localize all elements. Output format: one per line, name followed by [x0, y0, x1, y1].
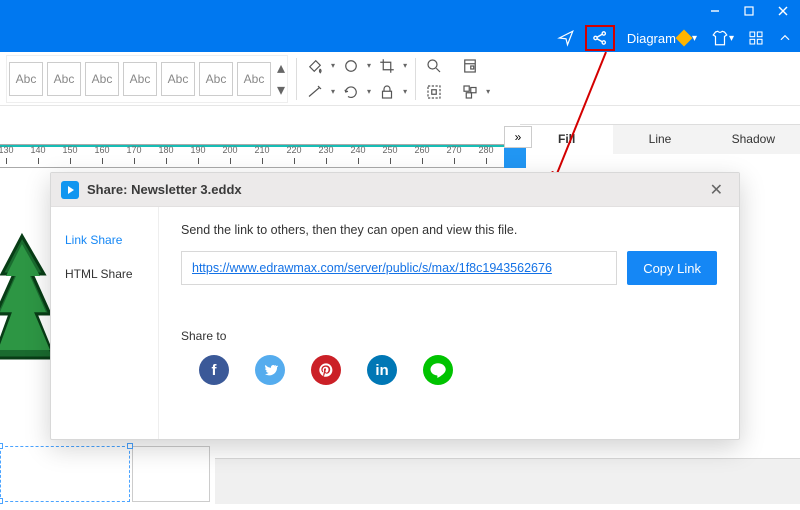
share-hint: Send the link to others, then they can o…: [181, 223, 717, 237]
ruler-tick: 170: [124, 145, 144, 155]
ruler-tick: 200: [220, 145, 240, 155]
canvas-selection: [0, 446, 220, 510]
tab-fill[interactable]: Fill: [520, 125, 613, 154]
ruler-tick: 130: [0, 145, 16, 155]
crop-tool[interactable]: [377, 56, 397, 76]
ribbon-toolbar: Abc Abc Abc Abc Abc Abc Abc ▴▾ ▾ ▾ ▾ ▾ ▾…: [0, 52, 800, 106]
dialog-sidebar: Link Share HTML Share: [51, 207, 159, 439]
title-bar: Diagram ▾ ▾: [0, 0, 800, 52]
ruler-tick: 230: [316, 145, 336, 155]
ruler-tick: 270: [444, 145, 464, 155]
ruler-tick: 210: [252, 145, 272, 155]
ruler-tick: 220: [284, 145, 304, 155]
copy-link-button[interactable]: Copy Link: [627, 251, 717, 285]
ruler-tick: 250: [380, 145, 400, 155]
tshirt-menu[interactable]: ▾: [707, 27, 738, 49]
style-preset[interactable]: Abc: [123, 62, 157, 96]
minimize-button[interactable]: [698, 0, 732, 22]
send-icon[interactable]: [553, 27, 579, 49]
style-expand[interactable]: ▴▾: [277, 58, 285, 100]
tree-graphic: [0, 232, 54, 392]
horizontal-ruler: 130 140 150 160 170 180 190 200 210 220 230 240 250 2…: [0, 144, 504, 168]
ruler-tick: 280: [476, 145, 496, 155]
ruler-tick: 240: [348, 145, 368, 155]
collapse-panel-button[interactable]: »: [504, 126, 532, 148]
twitter-icon[interactable]: [255, 355, 285, 385]
window-controls: [698, 0, 800, 22]
ruler-tick: 150: [60, 145, 80, 155]
ruler-tick: 160: [92, 145, 112, 155]
linkedin-icon[interactable]: in: [367, 355, 397, 385]
chevron-up-icon[interactable]: [774, 29, 796, 47]
separator: [296, 58, 297, 100]
panel-expander[interactable]: [504, 148, 526, 168]
rotate-tool[interactable]: [341, 82, 361, 102]
layers-icon[interactable]: [460, 56, 480, 76]
maximize-button[interactable]: [732, 0, 766, 22]
style-preset[interactable]: Abc: [47, 62, 81, 96]
ruler-tick: 180: [156, 145, 176, 155]
tab-link-share[interactable]: Link Share: [51, 223, 158, 257]
share-to-label: Share to: [181, 329, 717, 343]
style-gallery[interactable]: Abc Abc Abc Abc Abc Abc Abc ▴▾: [6, 55, 288, 103]
share-icon[interactable]: [585, 25, 615, 51]
diagram-label: Diagram: [627, 31, 676, 46]
style-preset[interactable]: Abc: [237, 62, 271, 96]
shape-tools: ▾ ▾ ▾ ▾ ▾ ▾: [305, 56, 407, 102]
dialog-header: Share: Newsletter 3.eddx ✕: [51, 173, 739, 207]
search-icon[interactable]: [424, 56, 444, 76]
close-button[interactable]: [766, 0, 800, 22]
ruler-tick: 190: [188, 145, 208, 155]
style-preset[interactable]: Abc: [85, 62, 119, 96]
fill-tool[interactable]: [305, 56, 325, 76]
line-tool[interactable]: [305, 82, 325, 102]
style-preset[interactable]: Abc: [161, 62, 195, 96]
shape-tool[interactable]: [341, 56, 361, 76]
facebook-icon[interactable]: f: [199, 355, 229, 385]
chevron-down-icon: ▾: [729, 33, 734, 44]
dialog-close-button[interactable]: ✕: [704, 178, 729, 202]
separator: [415, 58, 416, 100]
app-logo-icon: [61, 181, 79, 199]
ruler-tick: 260: [412, 145, 432, 155]
share-url-field[interactable]: https://www.edrawmax.com/server/public/s…: [181, 251, 617, 285]
select-tool[interactable]: [424, 82, 444, 102]
lock-tool[interactable]: [377, 82, 397, 102]
share-dialog: Share: Newsletter 3.eddx ✕ Link Share HT…: [50, 172, 740, 440]
line-icon[interactable]: [423, 355, 453, 385]
tab-html-share[interactable]: HTML Share: [51, 257, 158, 291]
diagram-menu[interactable]: Diagram ▾: [621, 29, 701, 48]
view-tools: ▾: [424, 56, 490, 102]
chevron-down-icon: ▾: [692, 33, 697, 44]
canvas-background: [215, 458, 800, 504]
pinterest-icon[interactable]: [311, 355, 341, 385]
title-tools: Diagram ▾ ▾: [553, 26, 796, 50]
dialog-main: Send the link to others, then they can o…: [159, 207, 739, 439]
tab-line[interactable]: Line: [613, 125, 706, 154]
dialog-title: Share: Newsletter 3.eddx: [87, 182, 242, 197]
social-buttons: f in: [199, 355, 717, 385]
diamond-icon: [675, 30, 692, 47]
tab-shadow[interactable]: Shadow: [707, 125, 800, 154]
apps-icon[interactable]: [744, 28, 768, 48]
group-tool[interactable]: [460, 82, 480, 102]
style-preset[interactable]: Abc: [9, 62, 43, 96]
ruler-tick: 140: [28, 145, 48, 155]
right-panel-tabs: Fill Line Shadow: [520, 124, 800, 154]
style-preset[interactable]: Abc: [199, 62, 233, 96]
